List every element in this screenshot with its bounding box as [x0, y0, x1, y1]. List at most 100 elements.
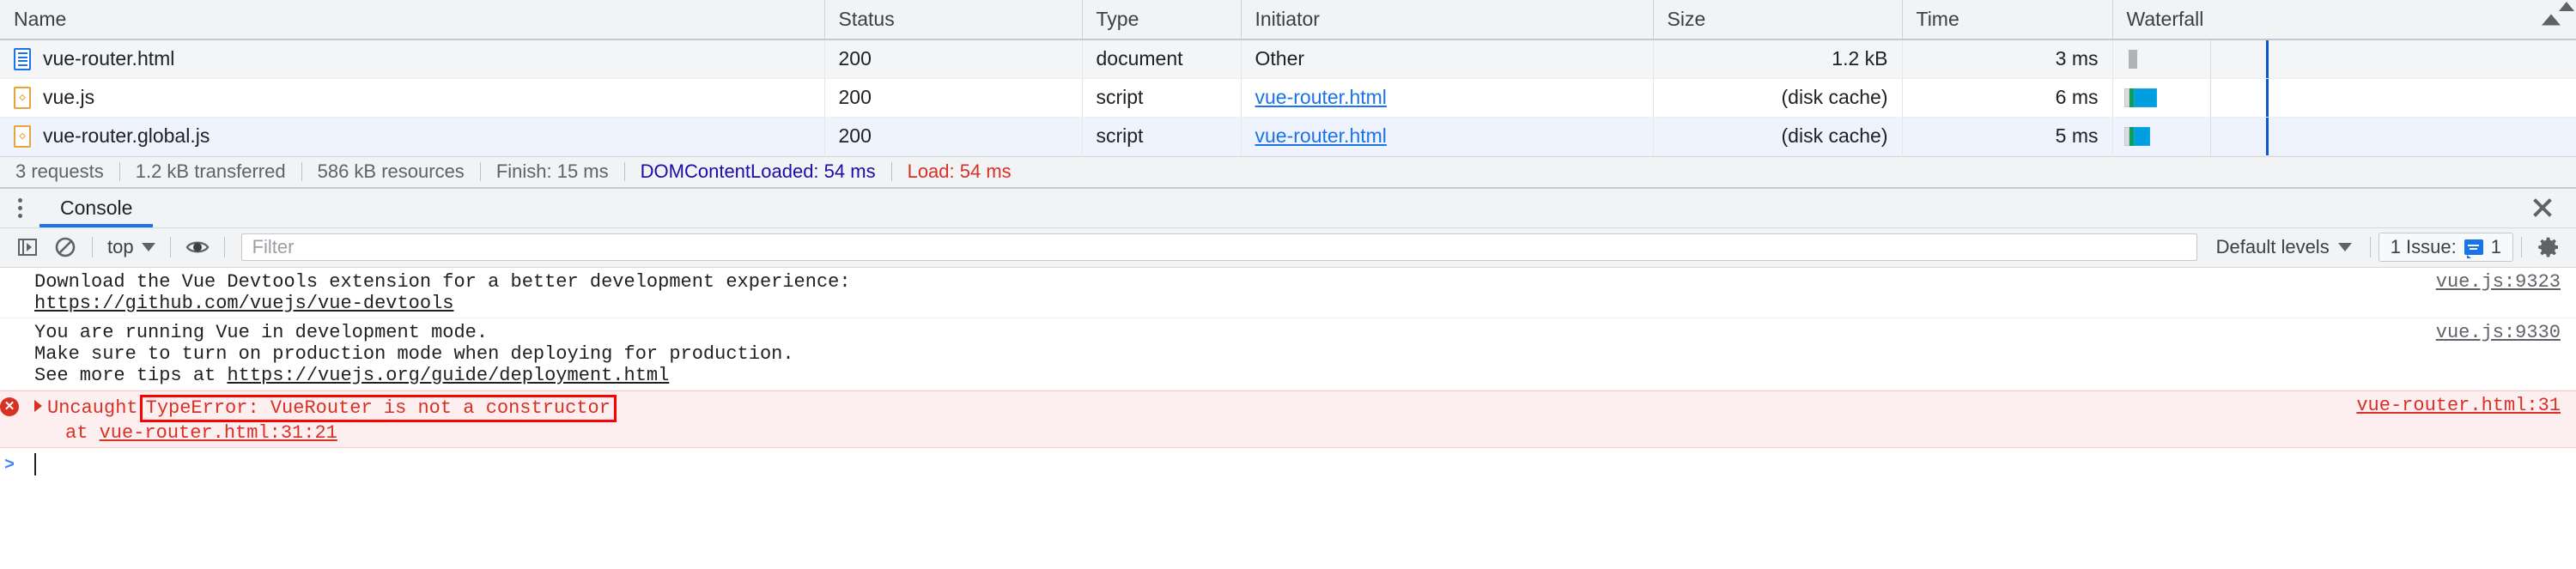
request-initiator[interactable]: vue-router.html	[1241, 117, 1654, 156]
column-header-waterfall-label: Waterfall	[2126, 8, 2204, 30]
waterfall-dcl-marker	[2265, 40, 2269, 77]
issues-button[interactable]: 1 Issue: 1	[2378, 233, 2513, 262]
script-icon: ◇	[14, 86, 31, 109]
request-name-cell[interactable]: ◇ vue-router.global.js	[0, 117, 825, 156]
divider	[223, 237, 225, 257]
table-row[interactable]: ◇ vue-router.global.js 200 script vue-ro…	[0, 117, 2576, 156]
summary-requests: 3 requests	[15, 160, 104, 182]
deployment-url-link[interactable]: https://vuejs.org/guide/deployment.html	[227, 365, 669, 386]
annotation-highlight-box: TypeError: VueRouter is not a constructo…	[139, 394, 617, 422]
prompt-arrow-icon: >	[3, 455, 15, 475]
execution-context-value: top	[107, 236, 134, 257]
issues-label: 1 Issue:	[2390, 236, 2457, 257]
console-message-info[interactable]: Download the Vue Devtools extension for …	[0, 268, 2576, 318]
live-expression-eye-icon[interactable]	[179, 228, 216, 266]
network-panel: Name Status Type Initiator Size Time Wat…	[0, 0, 2576, 189]
triangle-up-icon	[2542, 14, 2561, 25]
request-name-cell[interactable]: vue-router.html	[0, 39, 825, 79]
kebab-menu-icon[interactable]	[0, 188, 39, 227]
message-text: Uncaught TypeError: VueRouter is not a co…	[19, 394, 2356, 444]
initiator-link[interactable]: vue-router.html	[1255, 124, 1387, 147]
divider	[169, 237, 171, 257]
summary-transferred: 1.2 kB transferred	[135, 160, 286, 182]
issues-count: 1	[2490, 236, 2501, 257]
network-table-header: Name Status Type Initiator Size Time Wat…	[0, 0, 2576, 40]
column-header-type[interactable]: Type	[1082, 0, 1242, 40]
close-icon[interactable]	[2528, 193, 2557, 222]
message-line: Download the Vue Devtools extension for …	[34, 270, 851, 293]
filter-placeholder: Filter	[252, 236, 295, 257]
summary-resources: 586 kB resources	[317, 160, 465, 182]
request-type: document	[1082, 39, 1242, 79]
log-levels-selector[interactable]: Default levels	[2206, 236, 2362, 258]
request-waterfall[interactable]	[2112, 78, 2576, 118]
log-levels-value: Default levels	[2215, 236, 2330, 257]
execution-context-selector[interactable]: top	[100, 236, 162, 258]
request-name: vue-router.global.js	[43, 124, 210, 147]
column-header-time[interactable]: Time	[1902, 0, 2113, 40]
filter-input[interactable]: Filter	[240, 233, 2197, 261]
request-status: 200	[824, 78, 1083, 118]
column-header-waterfall[interactable]: Waterfall	[2112, 0, 2576, 40]
waterfall-bar	[2123, 126, 2150, 146]
stack-frame-link[interactable]: vue-router.html:31:21	[100, 422, 337, 444]
console-toolbar: top Filter Default levels 1 Issue: 1	[0, 227, 2576, 268]
message-gutter: ✕	[0, 395, 19, 416]
column-header-status[interactable]: Status	[824, 0, 1083, 40]
message-source-link[interactable]: vue.js:9330	[2436, 322, 2576, 343]
waterfall-dcl-marker	[2265, 117, 2269, 154]
request-waterfall[interactable]	[2112, 39, 2576, 79]
message-line: You are running Vue in development mode.	[34, 321, 489, 343]
waterfall-dcl-marker	[2265, 78, 2269, 116]
waterfall-bar	[2123, 88, 2157, 107]
request-type: script	[1082, 117, 1242, 156]
column-header-initiator[interactable]: Initiator	[1241, 0, 1654, 40]
request-initiator[interactable]: vue-router.html	[1241, 78, 1654, 118]
execute-snippet-icon[interactable]	[9, 228, 46, 266]
message-gutter	[0, 322, 19, 324]
request-name: vue.js	[43, 86, 95, 108]
clear-console-icon[interactable]	[46, 228, 84, 266]
table-row[interactable]: vue-router.html 200 document Other 1.2 k…	[0, 39, 2576, 79]
request-size: 1.2 kB	[1653, 39, 1903, 79]
request-name: vue-router.html	[43, 47, 175, 70]
console-drawer: Console top Filter Default levels 1 Issu…	[0, 188, 2576, 569]
message-text: You are running Vue in development mode.…	[19, 322, 2436, 386]
document-icon	[14, 47, 31, 70]
message-text: Download the Vue Devtools extension for …	[19, 271, 2436, 314]
console-message-info[interactable]: You are running Vue in development mode.…	[0, 318, 2576, 390]
request-waterfall[interactable]	[2112, 117, 2576, 156]
network-summary-bar: 3 requests 1.2 kB transferred 586 kB res…	[0, 155, 2576, 189]
column-header-size[interactable]: Size	[1653, 0, 1903, 40]
console-prompt[interactable]: >	[0, 447, 2576, 476]
drawer-tab-bar: Console	[0, 188, 2576, 228]
message-gutter	[0, 271, 19, 274]
expand-triangle-icon[interactable]	[34, 399, 42, 412]
console-messages[interactable]: Download the Vue Devtools extension for …	[0, 267, 2576, 569]
request-status: 200	[824, 117, 1083, 156]
divider	[2521, 237, 2522, 257]
issue-bubble-icon	[2464, 239, 2483, 258]
initiator-link[interactable]: vue-router.html	[1255, 86, 1387, 108]
message-source-link[interactable]: vue-router.html:31	[2356, 395, 2576, 416]
message-source-link[interactable]: vue.js:9323	[2436, 271, 2576, 293]
table-row[interactable]: ◇ vue.js 200 script vue-router.html (dis…	[0, 78, 2576, 118]
devtools-url-link[interactable]: https://github.com/vuejs/vue-devtools	[34, 293, 453, 314]
tab-console[interactable]: Console	[39, 188, 154, 227]
divider	[92, 237, 93, 257]
stack-frame-prefix: at	[65, 421, 100, 444]
console-message-error[interactable]: ✕ Uncaught TypeError: VueRouter is not a …	[0, 390, 2576, 448]
request-size: (disk cache)	[1653, 117, 1903, 156]
waterfall-bar	[2128, 49, 2137, 69]
error-icon: ✕	[0, 396, 19, 416]
gear-icon[interactable]	[2530, 228, 2567, 266]
request-time: 3 ms	[1902, 39, 2113, 79]
request-time: 6 ms	[1902, 78, 2113, 118]
error-prefix: Uncaught	[47, 396, 138, 419]
text-cursor	[34, 452, 36, 475]
request-name-cell[interactable]: ◇ vue.js	[0, 78, 825, 118]
message-line: Make sure to turn on production mode whe…	[34, 342, 794, 365]
request-size: (disk cache)	[1653, 78, 1903, 118]
chevron-down-icon	[2337, 243, 2352, 251]
column-header-name[interactable]: Name	[0, 0, 825, 40]
